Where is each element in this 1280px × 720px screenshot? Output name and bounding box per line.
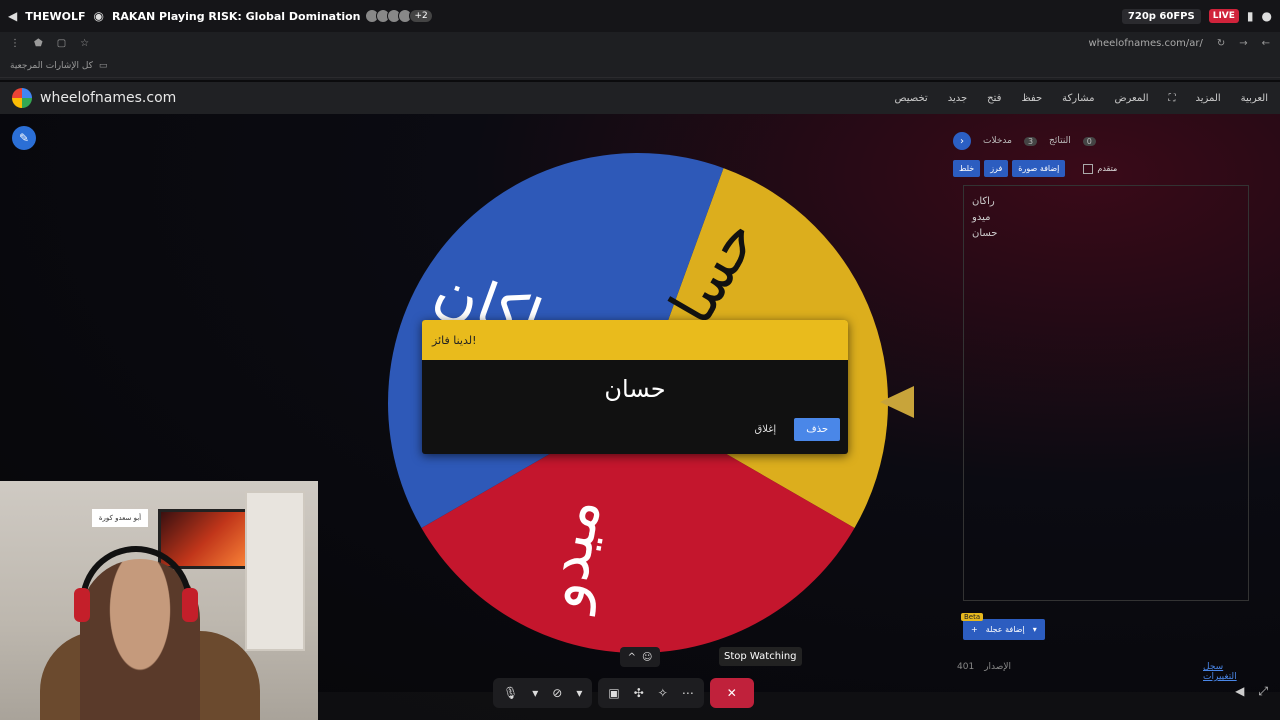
participants-toggle[interactable]: ^ ☺ <box>620 647 660 667</box>
menu-open[interactable]: فتح <box>987 93 1001 104</box>
soundboard-icon[interactable]: ✧ <box>658 686 668 700</box>
stop-icon: ✕ <box>726 686 737 700</box>
audio-video-group: 🎙 ▾ ⊘ ▾ <box>493 678 593 708</box>
menu-more[interactable]: المزيد <box>1196 93 1221 104</box>
viewer-avatars[interactable]: +2 <box>365 9 433 23</box>
extension-icon[interactable]: ⬟ <box>34 38 43 49</box>
stream-title: RAKAN Playing RISK: Global Domination <box>111 9 361 23</box>
stream-top-bar: ◀ THEWOLF ◉ RAKAN Playing RISK: Global D… <box>0 0 1280 32</box>
back-icon[interactable]: ◀ <box>8 9 17 23</box>
url-row: ⋮ ⬟ ▢ ☆ wheelofnames.com/ar/ ↻ → ← <box>0 32 1280 54</box>
version-number: 401 <box>957 662 975 672</box>
bookmarks-bar: كل الإشارات المرجعية ▭ <box>0 54 1280 78</box>
chevron-down-icon[interactable]: ▾ <box>576 686 582 700</box>
app-header: wheelofnames.com تخصيص جديد فتح حفظ مشار… <box>0 82 1280 114</box>
list-item: حسان <box>972 228 998 239</box>
collapse-icon[interactable]: › <box>953 132 971 150</box>
activity-group: ▣ ✣ ✧ ⋯ <box>598 678 704 708</box>
back-arrow-icon[interactable]: ← <box>1262 38 1270 49</box>
menu-language[interactable]: العربية <box>1241 93 1268 104</box>
extra-viewers-badge: +2 <box>409 9 433 23</box>
menu-share[interactable]: مشاركة <box>1062 93 1094 104</box>
version-info: 401 الإصدار <box>957 662 1011 672</box>
more-icon[interactable]: ⋯ <box>682 686 694 700</box>
bookmark-icon[interactable]: ▮ <box>1247 9 1254 23</box>
menu-save[interactable]: حفظ <box>1021 93 1042 104</box>
star-icon[interactable]: ☆ <box>80 38 89 49</box>
panel-tabs: › مدخلات 3 النتائج 0 <box>953 132 1253 150</box>
winner-dialog: لدينا فائز! حسان إغلاق حذف <box>422 320 848 454</box>
fullscreen-exit-icon[interactable]: ⤢ <box>1258 684 1268 699</box>
chevron-down-icon: ▾ <box>1032 625 1037 634</box>
app-menu: تخصيص جديد فتح حفظ مشاركة المعرض ⛶ المزي… <box>895 93 1268 104</box>
screen-share-icon[interactable]: ▣ <box>608 686 619 700</box>
dialog-actions: إغلاق حذف <box>422 418 848 441</box>
list-item: راكان <box>972 196 995 207</box>
plus-icon: + <box>971 625 978 634</box>
close-button[interactable]: إغلاق <box>754 424 776 435</box>
microphone-icon[interactable]: 🎙 <box>503 686 518 700</box>
fullscreen-icon[interactable]: ⛶ <box>1169 93 1176 104</box>
menu-gallery[interactable]: المعرض <box>1114 93 1148 104</box>
menu-icon[interactable]: ⋮ <box>10 38 20 49</box>
dialog-header: لدينا فائز! <box>422 320 848 360</box>
channel-name[interactable]: THEWOLF <box>25 10 85 23</box>
people-icon: ☺ <box>641 651 653 663</box>
menu-customize[interactable]: تخصيص <box>895 93 928 104</box>
webcam-overlay: أبو سعدو كورة <box>0 481 318 720</box>
chevron-down-icon[interactable]: ▾ <box>532 686 538 700</box>
tab-results[interactable]: النتائج <box>1049 136 1071 146</box>
menu-new[interactable]: جديد <box>948 93 967 104</box>
stop-watching-tooltip: Stop Watching <box>719 647 802 666</box>
pencil-icon[interactable]: ✎ <box>12 126 36 150</box>
entries-count: 3 <box>1023 136 1038 146</box>
quality-badge[interactable]: 720p 60FPS <box>1121 8 1201 24</box>
entries-panel: › مدخلات 3 النتائج 0 خلط فرز إضافة صورة … <box>953 132 1253 682</box>
taskbar <box>318 692 1280 720</box>
entries-textarea[interactable]: راكان ميدو حسان <box>963 185 1249 601</box>
winner-name: حسان <box>604 375 666 403</box>
live-badge: LIVE <box>1208 9 1239 23</box>
folder-icon: ▭ <box>98 60 108 71</box>
stream-icon: ◉ <box>93 9 104 23</box>
results-count: 0 <box>1082 136 1096 146</box>
sort-button[interactable]: فرز <box>984 160 1009 177</box>
camera-off-icon[interactable]: ⊘ <box>552 686 562 700</box>
stop-watching-button[interactable]: ✕ <box>709 678 754 708</box>
add-wheel-button[interactable]: + إضافة عجلة ▾ <box>963 619 1045 640</box>
logo-icon <box>12 88 32 108</box>
address-bar[interactable]: wheelofnames.com/ar/ <box>1089 38 1203 49</box>
tab-icon[interactable]: ▢ <box>57 38 66 49</box>
shuffle-button[interactable]: خلط <box>953 160 981 177</box>
tab-entries[interactable]: مدخلات <box>983 136 1012 146</box>
chevron-up-icon: ^ <box>627 651 636 663</box>
changelog-link[interactable]: سجل التغييرات <box>1203 662 1253 682</box>
volume-icon[interactable]: ◀ <box>1235 684 1244 699</box>
add-image-button[interactable]: إضافة صورة <box>1012 160 1066 177</box>
site-name: wheelofnames.com <box>40 90 177 106</box>
chat-icon[interactable]: ● <box>1262 9 1272 23</box>
activities-icon[interactable]: ✣ <box>634 686 644 700</box>
wheel-pointer <box>880 386 914 418</box>
reload-icon[interactable]: ↻ <box>1217 38 1225 49</box>
list-item: ميدو <box>972 212 991 223</box>
brand[interactable]: wheelofnames.com <box>12 88 176 108</box>
stream-corner-controls: ◀ ⤢ <box>1235 684 1268 699</box>
version-label: الإصدار <box>984 662 1012 672</box>
browser-chrome: ⋮ ⬟ ▢ ☆ wheelofnames.com/ar/ ↻ → ← كل ال… <box>0 32 1280 80</box>
forward-icon[interactable]: → <box>1239 38 1247 49</box>
advanced-checkbox[interactable] <box>1083 163 1094 174</box>
panel-toolbar: خلط فرز إضافة صورة متقدم <box>953 160 1253 177</box>
call-controls: 🎙 ▾ ⊘ ▾ ▣ ✣ ✧ ⋯ ✕ <box>493 678 754 708</box>
add-wheel-label: إضافة عجلة <box>985 625 1025 634</box>
shelf <box>245 491 305 651</box>
advanced-label: متقدم <box>1097 164 1118 173</box>
remove-button[interactable]: حذف <box>794 418 840 441</box>
beta-badge: Beta <box>961 613 984 621</box>
youtube-sign: أبو سعدو كورة <box>92 509 148 527</box>
bookmarks-label[interactable]: كل الإشارات المرجعية <box>10 61 93 71</box>
